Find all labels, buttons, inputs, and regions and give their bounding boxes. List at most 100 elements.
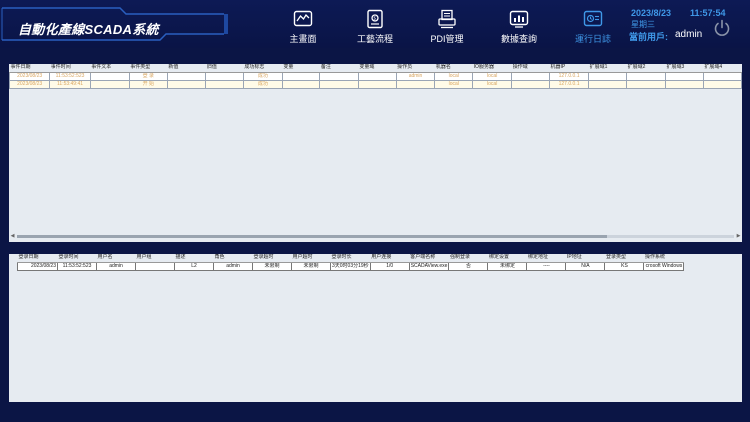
table-cell [281, 71, 321, 81]
column-header[interactable]: 旧值 [205, 64, 244, 73]
nav-main-screen[interactable]: 主畫面 [272, 9, 334, 45]
column-header[interactable]: 操作员 [396, 64, 435, 73]
column-header[interactable]: 扩展域4 [703, 64, 742, 73]
table-row[interactable]: 2023/08/23 11:53:52:523 admin L2 admin 未限制 未限制… [17, 261, 685, 271]
current-user-name: admin [675, 29, 703, 40]
nav-data-query[interactable]: 數據查詢 [488, 9, 550, 45]
table-cell [664, 79, 704, 89]
column-header[interactable]: 登录日期 [17, 254, 58, 263]
table-cell: ---- [526, 261, 567, 271]
column-header[interactable]: 变量域 [358, 64, 397, 73]
top-header: 自動化產線SCADA系統 主畫面 $ 工藝流程 PDI管理 數據查詢 運行日誌 … [0, 0, 750, 48]
table-cell: crosoft Windows [643, 261, 685, 271]
table-cell [89, 71, 130, 81]
column-header[interactable]: 事件日期 [9, 64, 50, 73]
table-cell: local [434, 71, 474, 81]
column-header[interactable]: 事件类型 [129, 64, 168, 73]
column-header[interactable]: 角色 [213, 254, 253, 263]
column-header[interactable]: 登录超时 [252, 254, 292, 263]
nav-pdi-management[interactable]: PDI管理 [416, 9, 478, 45]
column-header[interactable]: 强制登录 [448, 254, 488, 263]
scada-app-window: 自動化產線SCADA系統 主畫面 $ 工藝流程 PDI管理 數據查詢 運行日誌 … [0, 0, 750, 422]
column-header[interactable]: 成功标志 [243, 64, 283, 73]
nav-pdi-management-label: PDI管理 [430, 34, 464, 44]
column-header[interactable]: 用户超时 [291, 254, 331, 263]
column-header[interactable]: IP地址 [565, 254, 605, 263]
column-header[interactable]: 登录时长 [330, 254, 371, 263]
table-cell: local [434, 79, 474, 89]
pdi-printer-icon [438, 9, 456, 29]
power-icon[interactable] [712, 18, 732, 38]
table-row[interactable]: 2023/08/23 11:53:49:41 开 始 成功 local local 127.… [9, 79, 742, 89]
status-date: 2023/8/23 [631, 8, 672, 18]
table-row[interactable]: 2023/08/23 11:53:52:523 登 录成功 admin local loc… [9, 71, 742, 81]
table-cell: 未限制 [252, 261, 292, 271]
scroll-right-icon[interactable]: ▶ [736, 234, 741, 239]
table-cell [626, 71, 666, 81]
table-cell: 成功 [242, 79, 283, 89]
column-header[interactable]: 用户名 [96, 254, 136, 263]
column-header[interactable]: 登录类型 [604, 254, 644, 263]
operation-log-icon [583, 10, 603, 27]
nav-data-query-label: 數據查詢 [500, 34, 537, 44]
column-header[interactable]: 新值 [167, 64, 206, 73]
table-cell [626, 79, 666, 89]
column-header[interactable]: 扩展域2 [626, 64, 666, 73]
column-header[interactable]: 描述 [174, 254, 214, 263]
table-cell [357, 71, 397, 81]
column-header[interactable]: 机器IP [549, 64, 589, 73]
table-cell [205, 71, 244, 81]
event-log-header-row: 事件日期 事件时间 事件文本 事件类型 新值 旧值 成功标志 变量 备注 变量域 操作员 机器名 IO服… [9, 64, 742, 73]
column-header[interactable]: 扩展域3 [665, 64, 704, 73]
scroll-thumb[interactable] [17, 235, 607, 238]
table-cell: KS [604, 261, 645, 271]
svg-text:$: $ [373, 16, 376, 22]
app-title: 自動化產線SCADA系統 [18, 22, 159, 37]
event-log-table: 事件日期 事件时间 事件文本 事件类型 新值 旧值 成功标志 变量 备注 变量域 操作员 机器名 IO服… [9, 64, 742, 89]
status-time: 11:57:54 [690, 8, 726, 18]
table-cell: admin [96, 261, 136, 271]
column-header[interactable]: 事件时间 [49, 64, 91, 73]
nav-process-flow[interactable]: $ 工藝流程 [344, 9, 406, 45]
table-cell: 127.0.0.1 [548, 79, 590, 89]
column-header[interactable]: 备注 [319, 64, 359, 73]
column-header[interactable]: IO服务器 [472, 64, 512, 73]
column-header[interactable]: 绑定设置 [487, 254, 527, 263]
table-cell: N/A [565, 261, 606, 271]
table-cell: 1/0 [369, 261, 410, 271]
nav-operation-log[interactable]: 運行日誌 [562, 9, 624, 45]
event-log-hscrollbar[interactable]: ◀ ▶ [9, 234, 742, 239]
column-header[interactable]: 变量 [282, 64, 320, 73]
table-cell [135, 261, 175, 271]
process-flow-icon: $ [367, 9, 383, 29]
table-cell [511, 71, 550, 81]
table-cell [319, 71, 359, 81]
table-cell: 11:53:52:523 [49, 71, 91, 81]
column-header[interactable]: 事件文本 [90, 64, 130, 73]
table-cell: 未绑定 [487, 261, 528, 271]
column-header[interactable]: 用户组 [135, 254, 175, 263]
table-cell: L2 [174, 261, 214, 271]
nav-main-screen-label: 主畫面 [289, 34, 317, 44]
column-header[interactable]: 客户端名称 [409, 254, 449, 263]
table-cell [702, 71, 742, 81]
table-cell: 11:53:52:523 [57, 261, 97, 271]
column-header[interactable]: 机器名 [434, 64, 473, 73]
column-header[interactable]: 操作系统 [643, 254, 684, 263]
table-cell: 3天0时03分19秒 [330, 261, 371, 271]
status-weekday: 星期三 [631, 20, 655, 29]
event-log-panel: 事件日期 事件时间 事件文本 事件类型 新值 旧值 成功标志 变量 备注 变量域 操作员 机器名 IO服… [9, 64, 742, 242]
column-header[interactable]: 用户连接 [370, 254, 410, 263]
table-cell [166, 71, 207, 81]
column-header[interactable]: 操作域 [511, 64, 550, 73]
table-cell: local [472, 79, 513, 89]
table-cell [281, 79, 321, 89]
scroll-left-icon[interactable]: ◀ [10, 234, 15, 239]
column-header[interactable]: 登录时间 [57, 254, 97, 263]
column-header[interactable]: 绑定地址 [526, 254, 566, 263]
column-header[interactable]: 扩展域1 [588, 64, 627, 73]
login-log-table: 登录日期 登录时间 用户名 用户组 描述 角色 登录超时 用户超时 登录时长 用户连接 客户端名称强… [17, 254, 685, 271]
current-user-label: 當前用戶: [629, 32, 668, 42]
table-cell: 2023/08/23 [17, 261, 58, 271]
data-query-icon [509, 10, 529, 28]
